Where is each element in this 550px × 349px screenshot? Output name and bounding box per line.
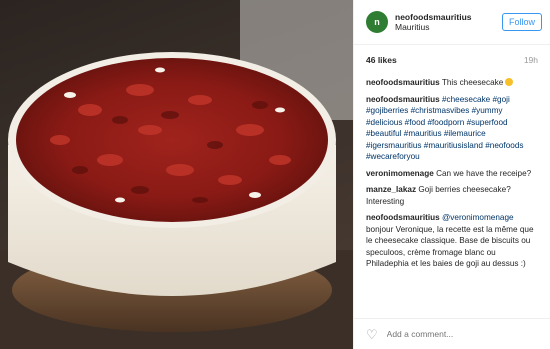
post-sidebar: n neofoodsmauritius Mauritius Follow 46 … — [353, 0, 550, 349]
comment-text: bonjour Veronique, la recette est la mêm… — [366, 224, 534, 269]
comment-text: Can we have the receipe? — [436, 168, 532, 178]
comment-item: veronimomenage Can we have the receipe? — [366, 168, 538, 180]
post-location[interactable]: Mauritius — [395, 22, 502, 32]
add-comment-bar: ♡ — [354, 318, 550, 349]
comment-item: neofoodsmauritius #cheesecake #goji #goj… — [366, 94, 538, 163]
post-header: n neofoodsmauritius Mauritius Follow — [354, 0, 550, 45]
comment-user[interactable]: neofoodsmauritius — [366, 213, 440, 222]
comment-user[interactable]: neofoodsmauritius — [366, 95, 440, 104]
instagram-post: n neofoodsmauritius Mauritius Follow 46 … — [0, 0, 550, 349]
comment-hashtags[interactable]: #cheesecake #goji #gojiberries #christma… — [366, 95, 523, 162]
comment-text: This cheesecake — [441, 78, 504, 87]
avatar[interactable]: n — [366, 11, 388, 33]
comment-item: neofoodsmauritius This cheesecake — [366, 77, 538, 89]
follow-button[interactable]: Follow — [501, 13, 542, 31]
comment-item: neofoodsmauritius @veronimomenage bonjou… — [366, 212, 538, 270]
comment-user[interactable]: veronimomenage — [366, 169, 434, 178]
comment-mention[interactable]: @veronimomenage — [442, 213, 514, 222]
smile-emoji-icon — [505, 78, 514, 86]
comment-user[interactable]: manze_lakaz — [366, 185, 416, 194]
likes-count[interactable]: 46 likes — [366, 55, 397, 65]
cheesecake-image — [0, 0, 353, 349]
author-username[interactable]: neofoodsmauritius — [395, 12, 502, 22]
post-photo[interactable] — [0, 0, 353, 349]
comments-list: neofoodsmauritius This cheesecake neofoo… — [354, 71, 550, 270]
avatar-logo: n — [374, 17, 380, 27]
heart-icon[interactable]: ♡ — [366, 328, 378, 341]
post-meta: 46 likes 19h — [354, 45, 550, 71]
comment-user[interactable]: neofoodsmauritius — [366, 78, 440, 87]
author-info: neofoodsmauritius Mauritius — [395, 12, 502, 32]
post-time[interactable]: 19h — [524, 55, 538, 65]
comment-item: manze_lakaz Goji berries cheesecake? Int… — [366, 184, 538, 207]
add-comment-input[interactable] — [386, 329, 527, 339]
